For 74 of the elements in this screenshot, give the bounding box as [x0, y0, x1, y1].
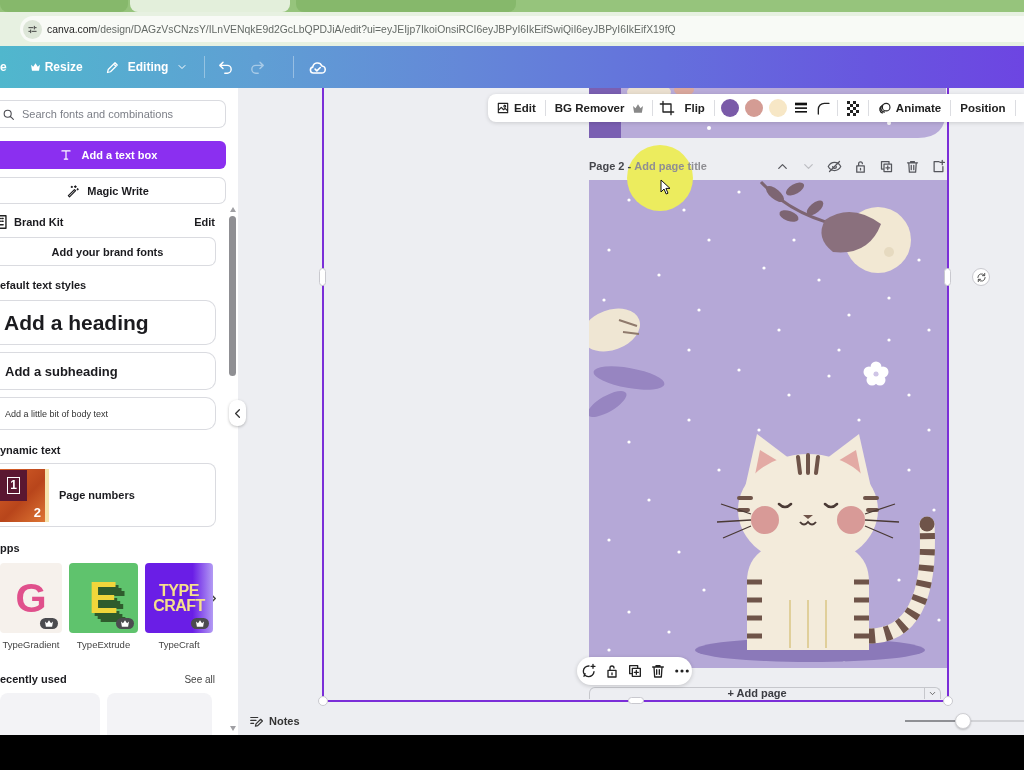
- recent-design-thumbnail[interactable]: [107, 693, 212, 735]
- crop-icon[interactable]: [659, 100, 676, 116]
- resize-handle[interactable]: [628, 697, 644, 704]
- add-page-icon[interactable]: [931, 158, 946, 174]
- section-title: efault text styles: [0, 278, 88, 293]
- text-icon: [58, 148, 73, 162]
- magic-pen-icon: [66, 183, 81, 198]
- duplicate-icon[interactable]: [626, 663, 643, 679]
- small-flower-drawing: [863, 361, 889, 386]
- add-brand-fonts-button[interactable]: Add your brand fonts: [0, 237, 216, 266]
- search-field[interactable]: Search fonts and combinations: [0, 100, 226, 128]
- section-title: pps: [0, 541, 21, 556]
- add-page-button[interactable]: + Add page: [589, 687, 925, 699]
- animate-button[interactable]: Animate: [874, 98, 945, 118]
- add-text-box-button[interactable]: Add a text box: [0, 141, 226, 169]
- slider-thumb[interactable]: [955, 712, 972, 729]
- animate-icon: [877, 101, 892, 115]
- app-name: TypeGradient: [1, 638, 61, 652]
- chevron-left-icon: [235, 408, 240, 418]
- edit-image-button[interactable]: Edit: [493, 98, 539, 118]
- transparency-icon[interactable]: [846, 100, 859, 116]
- app-tile[interactable]: TYPE CRAFT: [145, 563, 213, 633]
- app-name: TypeCraft: [157, 638, 201, 652]
- eye-slash-icon[interactable]: [827, 158, 842, 174]
- page-numbers-card[interactable]: 1 2 Page numbers: [0, 463, 216, 527]
- bg-remover-button[interactable]: BG Remover: [551, 99, 647, 117]
- text-style-card[interactable]: Add a subheading: [0, 352, 216, 390]
- brand-kit-icon: [0, 215, 7, 229]
- trash-icon[interactable]: [905, 158, 920, 174]
- resize-handle[interactable]: [944, 268, 951, 286]
- more-icon[interactable]: [674, 669, 689, 673]
- duplicate-icon[interactable]: [879, 158, 894, 174]
- address-bar[interactable]: canva.com/design/DAGzVsCNzsY/ILnVENqkE9d2GcLbQPDJiA/edit?ui=eyJEIjp7IkoiOnsiRCI6eyJBPyI6IkEifSwiQiI6eyJBPyI6IkEifX19fQ: [20, 16, 1024, 42]
- app-logo: G: [15, 575, 47, 621]
- comment-add-icon[interactable]: [580, 663, 597, 679]
- page-number: 2: [33, 504, 41, 520]
- chevron-down-icon: [928, 689, 937, 698]
- swatch-icon[interactable]: [744, 99, 763, 117]
- pointer-icon: [660, 179, 671, 195]
- text-style-card[interactable]: Add a little bit of body text: [0, 397, 216, 430]
- edit-link[interactable]: Edit: [194, 216, 215, 228]
- text-style-card[interactable]: Add a heading: [0, 300, 216, 345]
- pencil-icon: [104, 59, 120, 75]
- flip-button[interactable]: Flip: [681, 99, 708, 117]
- swatch-icon[interactable]: [768, 99, 787, 117]
- swatch-icon[interactable]: [720, 99, 739, 117]
- page-options-button[interactable]: [925, 687, 941, 699]
- rotate-handle[interactable]: [972, 268, 990, 286]
- trash-icon[interactable]: [649, 663, 666, 679]
- search-input[interactable]: Search fonts and combinations: [22, 108, 225, 120]
- resize-handle[interactable]: [319, 268, 326, 286]
- site-settings-icon[interactable]: [23, 19, 42, 39]
- image-icon: [496, 101, 510, 115]
- page-label: Page 2 -: [589, 160, 633, 172]
- section-title: ynamic text: [0, 443, 62, 458]
- corner-handle[interactable]: [318, 696, 328, 706]
- see-all-link[interactable]: See all: [184, 673, 215, 685]
- recent-design-thumbnail[interactable]: [0, 693, 100, 735]
- position-button[interactable]: Position: [957, 99, 1009, 117]
- app-name: TypeExtrude: [75, 638, 132, 652]
- url-text: canva.com/design/DAGzVsCNzsY/ILnVENqkE9d2GcLbQPDJiA/edit?ui=eyJEIjp7IkoiOnsiRCI6eyJBPyI6IkEifSwiQiI6eyJBPyI6IkEifX19fQ: [47, 23, 676, 35]
- brand-kit-title: Brand Kit: [14, 216, 64, 228]
- zoom-slider[interactable]: [905, 712, 1024, 729]
- magic-write-button[interactable]: Magic Write: [0, 177, 226, 204]
- app-logo: E: [88, 573, 119, 623]
- collapse-panel-button[interactable]: [229, 400, 246, 426]
- notes-button[interactable]: Notes: [249, 713, 300, 728]
- number-tile: 1: [0, 469, 27, 501]
- corner-handle[interactable]: [943, 696, 953, 706]
- section-title: ecently used: [0, 673, 67, 685]
- app-logo: TYPE CRAFT: [152, 582, 206, 614]
- border-style-icon[interactable]: [792, 100, 809, 116]
- rotate-icon: [975, 271, 987, 283]
- search-icon: [2, 107, 15, 121]
